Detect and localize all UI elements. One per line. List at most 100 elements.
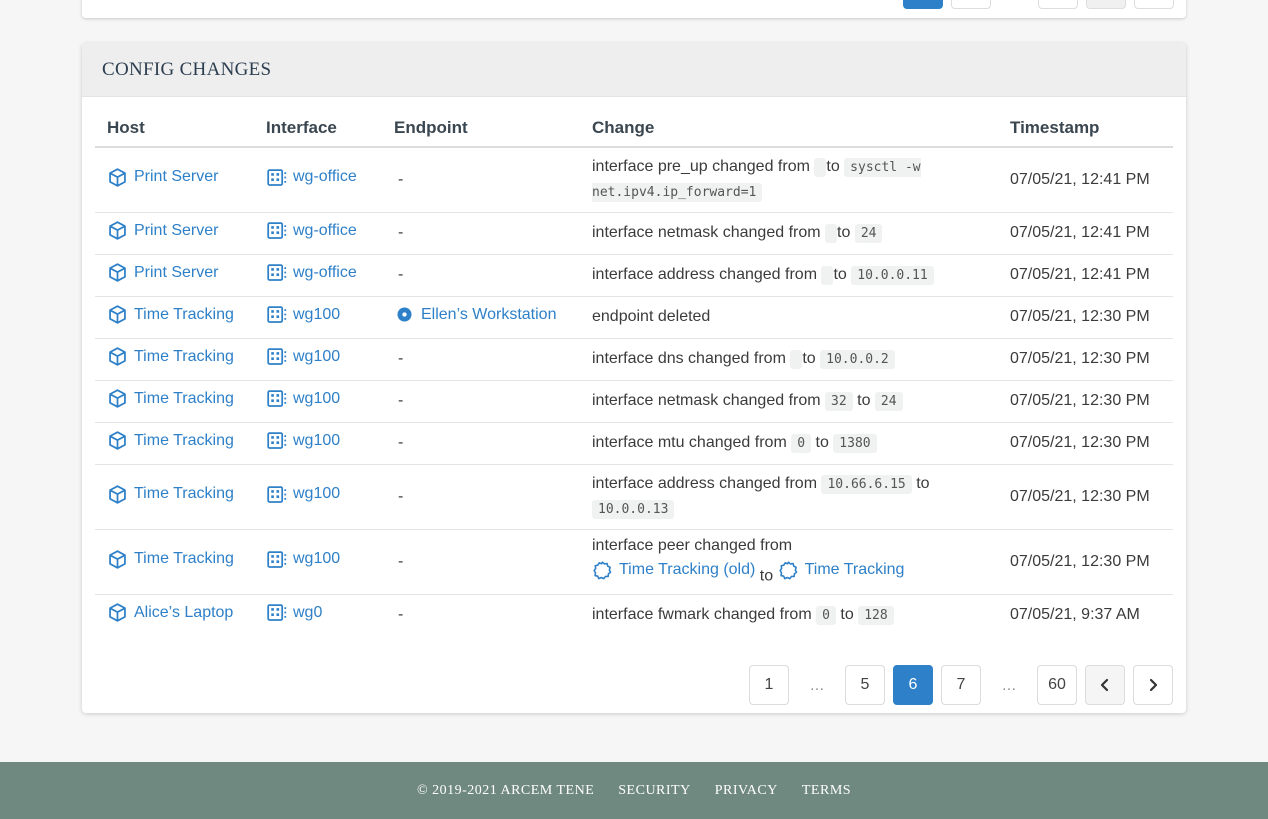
change-text: interface netmask changed from — [592, 391, 821, 409]
host-box-icon — [109, 347, 126, 366]
peer-to-link[interactable]: Time Tracking — [778, 558, 904, 582]
host-cell: Print Server — [95, 254, 254, 297]
interface-cell: wg100 — [254, 422, 382, 465]
old-value — [825, 223, 838, 243]
table-row: Time Tracking wg100 - interface dns changed… — [95, 338, 1173, 381]
prev-card-page[interactable] — [951, 0, 991, 9]
interface-link[interactable]: wg100 — [266, 346, 340, 367]
change-cell: endpoint deleted — [580, 296, 998, 339]
to-word: to — [840, 605, 854, 623]
interface-link[interactable]: wg100 — [266, 484, 340, 505]
endpoint-link[interactable]: Ellen’s Workstation — [394, 304, 556, 325]
to-word: to — [833, 265, 847, 283]
new-value: 128 — [858, 605, 894, 625]
host-box-icon — [109, 221, 126, 240]
header-interface: Interface — [254, 105, 382, 148]
host-cell: Print Server — [95, 147, 254, 213]
timestamp-cell: 07/05/21, 12:41 PM — [998, 147, 1173, 213]
host-link[interactable]: Time Tracking — [107, 430, 234, 451]
footer-link-security[interactable]: SECURITY — [618, 783, 690, 799]
endpoint-cell: Ellen’s Workstation — [382, 296, 580, 339]
host-link[interactable]: Time Tracking — [107, 346, 234, 367]
change-cell: interface address changed from to 10.0.0… — [580, 254, 998, 297]
host-link[interactable]: Print Server — [107, 220, 218, 241]
interface-link[interactable]: wg100 — [266, 430, 340, 451]
table-row: Time Tracking wg100 - interface address cha… — [95, 464, 1173, 530]
old-value: 0 — [816, 605, 836, 625]
footer-link-terms[interactable]: TERMS — [802, 783, 851, 799]
config-changes-card: CONFIG CHANGES Host Interface Endpoint C… — [82, 43, 1186, 713]
host-box-icon — [109, 431, 126, 450]
page-1[interactable]: 1 — [749, 665, 789, 705]
endpoint-empty: - — [398, 487, 404, 505]
interface-label: wg-office — [293, 221, 357, 239]
interface-network-icon — [267, 390, 287, 407]
timestamp-cell: 07/05/21, 12:41 PM — [998, 212, 1173, 255]
prev-card-prev[interactable] — [1086, 0, 1126, 9]
page-7[interactable]: 7 — [941, 665, 981, 705]
endpoint-empty: - — [398, 350, 404, 367]
interface-label: wg100 — [293, 550, 341, 567]
host-box-icon — [109, 389, 126, 408]
to-word: to — [916, 474, 930, 492]
change-cell: interface netmask changed from to 24 — [580, 212, 998, 255]
footer-link-privacy[interactable]: PRIVACY — [715, 783, 778, 799]
interface-cell: wg0 — [254, 594, 382, 636]
interface-link[interactable]: wg100 — [266, 388, 340, 409]
timestamp-cell: 07/05/21, 12:30 PM — [998, 338, 1173, 381]
host-link[interactable]: Time Tracking — [107, 484, 234, 505]
page-6-active[interactable]: 6 — [893, 665, 933, 705]
change-cell: interface fwmark changed from 0 to 128 — [580, 594, 998, 636]
old-value — [821, 265, 834, 285]
host-link[interactable]: Time Tracking — [107, 549, 234, 570]
host-link[interactable]: Time Tracking — [107, 304, 234, 325]
old-value — [790, 349, 803, 369]
interface-link[interactable]: wg100 — [266, 549, 340, 570]
interface-network-icon — [267, 168, 287, 186]
host-link[interactable]: Time Tracking — [107, 388, 234, 409]
table-row: Print Server wg-office - interface pre_up c… — [95, 147, 1173, 213]
prev-page-button[interactable] — [1085, 665, 1125, 705]
new-value: 24 — [854, 223, 883, 243]
change-cell: interface netmask changed from 32 to 24 — [580, 380, 998, 423]
endpoint-cell: - — [382, 338, 580, 381]
host-link[interactable]: Alice’s Laptop — [107, 602, 233, 623]
pagination: 1 … 5 6 7 … 60 — [749, 665, 1173, 705]
change-text: interface mtu changed from — [592, 433, 787, 451]
peer-from-link[interactable]: Time Tracking (old) — [592, 558, 755, 582]
prev-card-page-active[interactable] — [903, 0, 943, 9]
interface-network-icon — [267, 222, 287, 239]
host-cell: Print Server — [95, 212, 254, 255]
next-page-button[interactable] — [1133, 665, 1173, 705]
change-cell: interface address changed from 10.66.6.1… — [580, 464, 998, 530]
header-host: Host — [95, 105, 254, 148]
interface-link[interactable]: wg-office — [266, 262, 357, 283]
host-link[interactable]: Print Server — [107, 167, 218, 188]
host-label: Time Tracking — [134, 347, 234, 365]
table-row: Time Tracking wg100 - interface peer change… — [95, 529, 1173, 595]
interface-label: wg-office — [293, 168, 357, 186]
interface-network-icon — [267, 432, 287, 449]
prev-card-next[interactable] — [1134, 0, 1174, 9]
host-label: Time Tracking — [134, 389, 234, 407]
interface-label: wg100 — [293, 389, 341, 407]
page-60[interactable]: 60 — [1037, 665, 1077, 705]
endpoint-dot-icon — [397, 307, 412, 322]
endpoint-cell: - — [382, 464, 580, 530]
prev-card-page[interactable] — [1038, 0, 1078, 9]
change-cell: interface mtu changed from 0 to 1380 — [580, 422, 998, 465]
interface-link[interactable]: wg-office — [266, 220, 357, 241]
section-title: CONFIG CHANGES — [102, 58, 272, 80]
config-changes-table: Host Interface Endpoint Change Timestamp… — [95, 105, 1173, 636]
host-label: Print Server — [134, 221, 219, 239]
interface-link[interactable]: wg100 — [266, 304, 340, 325]
endpoint-cell: - — [382, 254, 580, 297]
endpoint-empty: - — [398, 170, 404, 188]
page-5[interactable]: 5 — [845, 665, 885, 705]
previous-card-fragment — [82, 0, 1186, 18]
change-text: interface fwmark changed from — [592, 605, 812, 623]
interface-link[interactable]: wg0 — [266, 602, 322, 623]
host-link[interactable]: Print Server — [107, 262, 218, 283]
host-label: Print Server — [134, 168, 219, 186]
interface-link[interactable]: wg-office — [266, 167, 357, 188]
